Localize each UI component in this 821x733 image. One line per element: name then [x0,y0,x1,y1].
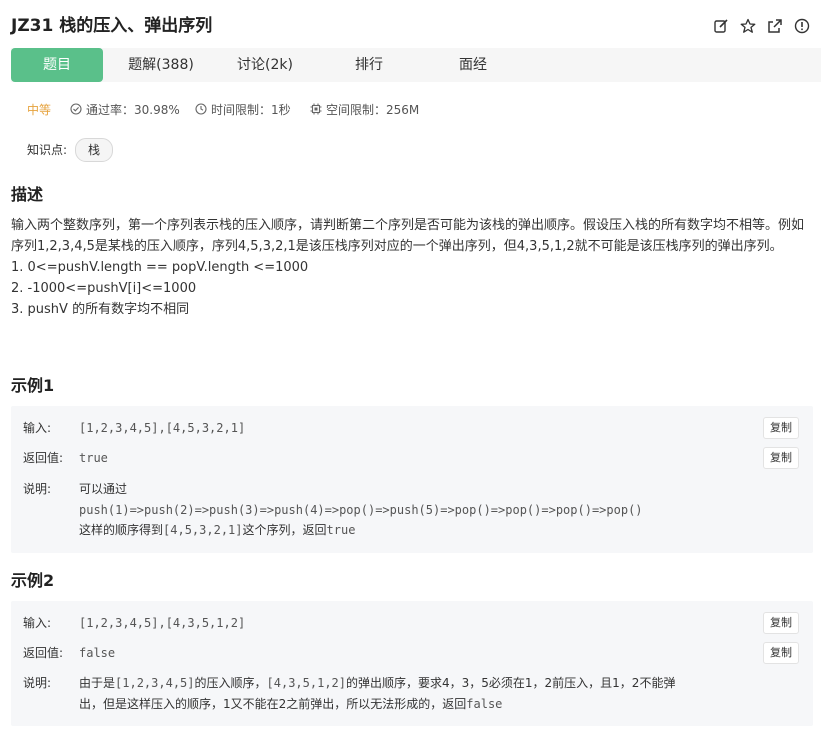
output-label: 返回值: [23,451,64,465]
copy-button[interactable]: 复制 [763,642,799,664]
explain-line: push(1)=>push(2)=>push(3)=>push(4)=>pop(… [79,503,643,517]
share-icon[interactable] [766,17,784,35]
space-limit: 空间限制：256M [326,103,420,117]
explain-code: [4,5,3,2,1] [163,523,243,537]
explain-code: [1,2,3,4,5] [115,676,195,690]
constraint-item: 2. -1000<=pushV[i]<=1000 [11,281,197,296]
example1-panel: 输入: [1,2,3,4,5],[4,5,3,2,1] 复制 返回值: true… [11,406,813,553]
header-actions [712,17,811,35]
difficulty-badge: 中等 [27,103,52,117]
constraint-item: 1. 0<=pushV.length == popV.length <=1000 [11,260,309,275]
clock-icon [195,103,207,115]
explain-text: 这样的顺序得到 [79,523,164,537]
copy-button[interactable]: 复制 [763,612,799,634]
explain-code: false [466,697,503,711]
description-title: 描述 [11,185,44,204]
input-label: 输入: [23,616,52,630]
check-circle-icon [70,103,82,115]
problem-header: JZ31 栈的压入、弹出序列 [11,14,811,40]
explain-text: 出，但是这样压入的顺序，1又不能在2之前弹出，所以无法形成的，返回 [79,697,467,711]
knowledge-tag[interactable]: 栈 [75,138,113,162]
example1-output: true [79,451,108,465]
tab-ranking[interactable]: 排行 [323,48,415,82]
explain-line: 这样的顺序得到[4,5,3,2,1]这个序列，返回true [79,520,355,540]
constraint-item: 3. pushV 的所有数字均不相同 [11,302,190,317]
tab-interview[interactable]: 面经 [427,48,519,82]
info-icon[interactable] [793,17,811,35]
example1-input: [1,2,3,4,5],[4,5,3,2,1] [79,421,246,435]
explain-code: true [326,523,356,537]
example1-title: 示例1 [11,376,55,395]
example2-input: [1,2,3,4,5],[4,3,5,1,2] [79,616,246,630]
input-label: 输入: [23,421,52,435]
copy-button[interactable]: 复制 [763,447,799,469]
explain-text: 的压入顺序， [194,676,267,690]
example2-output: false [79,646,116,660]
tab-bar: 题目 题解(388) 讨论(2k) 排行 面经 [11,48,821,82]
example2-panel: 输入: [1,2,3,4,5],[4,3,5,1,2] 复制 返回值: fals… [11,601,813,726]
explain-line: 可以通过 [79,482,128,496]
output-label: 返回值: [23,646,64,660]
knowledge-label: 知识点: [27,143,68,157]
explain-text: 的弹出顺序，要求4，3，5必须在1，2前压入，且1，2不能弹 [346,676,676,690]
explain-label: 说明: [23,482,52,496]
example2-title: 示例2 [11,571,55,590]
time-limit: 时间限制：1秒 [211,103,291,117]
explain-text: 由于是 [79,676,116,690]
edit-icon[interactable] [712,17,730,35]
star-icon[interactable] [739,17,757,35]
description-body: 输入两个整数序列，第一个序列表示栈的压入顺序，请判断第二个序列是否可能为该栈的弹… [11,215,811,320]
problem-title: JZ31 栈的压入、弹出序列 [11,16,213,36]
tab-problem[interactable]: 题目 [11,48,103,82]
copy-button[interactable]: 复制 [763,417,799,439]
explain-code: [4,3,5,1,2] [266,676,346,690]
explain-text: 这个序列，返回 [242,523,327,537]
description-text: 输入两个整数序列，第一个序列表示栈的压入顺序，请判断第二个序列是否可能为该栈的弹… [11,218,805,254]
pass-rate: 通过率：30.98% [86,103,180,117]
tab-solutions[interactable]: 题解(388) [115,48,207,82]
tab-discussion[interactable]: 讨论(2k) [219,48,311,82]
chip-icon [310,103,322,115]
explain-line: 出，但是这样压入的顺序，1又不能在2之前弹出，所以无法形成的，返回false [79,694,502,714]
explain-label: 说明: [23,676,52,690]
explain-line: 由于是[1,2,3,4,5]的压入顺序，[4,3,5,1,2]的弹出顺序，要求4… [79,673,675,693]
